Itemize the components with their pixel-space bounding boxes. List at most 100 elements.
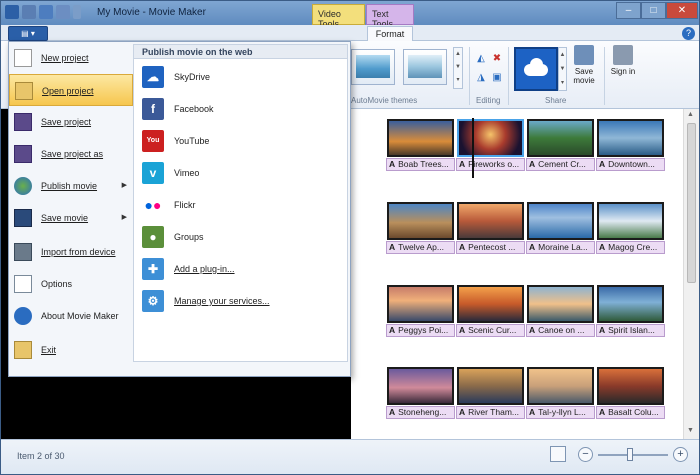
app-menu: New project Open project Save project Sa… — [8, 41, 351, 377]
storyboard-view-icon[interactable] — [550, 446, 566, 462]
app-menu-commands: New project Open project Save project Sa… — [9, 42, 133, 376]
storyboard-scrollbar[interactable]: ▲ ▼ — [683, 109, 699, 439]
group-separator — [469, 47, 470, 105]
group-separator — [508, 47, 509, 105]
minimize-button[interactable]: – — [616, 2, 641, 19]
rotate-icon[interactable]: ◭ — [475, 53, 487, 65]
timeline-clip[interactable]: A Downtown... — [596, 119, 665, 176]
theme-thumbnail[interactable] — [351, 49, 395, 85]
timeline-clip[interactable]: A Peggys Poi... — [386, 285, 455, 342]
select-all-icon[interactable]: ▣ — [491, 72, 503, 84]
sign-in-label: Sign in — [610, 67, 636, 76]
user-icon — [613, 45, 633, 65]
menu-item-open-project[interactable]: Open project — [9, 74, 133, 106]
share-gallery-scroll[interactable]: ▲ ▼ ▾ — [558, 47, 567, 91]
exit-icon — [14, 341, 32, 359]
sign-in-button[interactable]: Sign in — [610, 45, 636, 76]
timeline-clip[interactable]: A Twelve Ap... — [386, 202, 455, 259]
save-movie-button[interactable]: Save movie — [569, 45, 599, 85]
zoom-in-button[interactable]: + — [673, 447, 688, 462]
youtube-icon: You — [142, 130, 164, 152]
timeline-clip[interactable]: A Basalt Colu... — [596, 367, 665, 424]
group-label-themes: AutoMovie themes — [351, 96, 418, 105]
timeline-clip[interactable]: A Pentecost ... — [456, 202, 525, 259]
skydrive-share-button[interactable] — [514, 47, 558, 91]
timeline-clip[interactable]: A Stoneheng... — [386, 367, 455, 424]
publish-groups[interactable]: ● Groups — [134, 221, 347, 253]
menu-item-options[interactable]: Options — [9, 268, 133, 300]
menu-item-new-project[interactable]: New project — [9, 42, 133, 74]
new-project-icon — [14, 49, 32, 67]
save-icon[interactable] — [22, 5, 36, 19]
facebook-icon: f — [142, 98, 164, 120]
film-icon — [14, 209, 32, 227]
customize-qat-icon[interactable] — [73, 5, 81, 19]
zoom-out-button[interactable]: − — [578, 447, 593, 462]
timeline-clip[interactable]: A Tal-y-llyn L... — [526, 367, 595, 424]
timeline-clip[interactable]: A Magog Cre... — [596, 202, 665, 259]
publish-youtube[interactable]: You YouTube — [134, 125, 347, 157]
tab-text-tools[interactable]: Text Tools — [366, 4, 414, 29]
flickr-icon: ●● — [142, 194, 164, 216]
timeline-clip[interactable]: A Moraine La... — [526, 202, 595, 259]
themes-gallery-scroll[interactable]: ▲ ▼ ▾ — [453, 47, 463, 89]
manage-services[interactable]: ⚙ Manage your services... — [134, 285, 347, 317]
ribbon-tab-strip — [1, 25, 699, 41]
help-icon[interactable]: ? — [682, 27, 695, 40]
globe-icon — [14, 177, 32, 195]
groups-icon: ● — [142, 226, 164, 248]
cloud-icon — [524, 58, 548, 76]
tab-video-tools[interactable]: Video Tools — [312, 4, 365, 29]
maximize-button[interactable]: □ — [641, 2, 666, 19]
menu-item-save-project[interactable]: Save project — [9, 106, 133, 138]
menu-item-save-movie[interactable]: Save movie ▶ — [9, 202, 133, 234]
save-as-icon — [14, 145, 32, 163]
publish-facebook[interactable]: f Facebook — [134, 93, 347, 125]
save-movie-icon — [574, 45, 594, 65]
rotate-right-icon[interactable]: ◮ — [475, 72, 487, 84]
menu-item-publish-movie[interactable]: Publish movie ▶ — [9, 170, 133, 202]
publish-flickr[interactable]: ●● Flickr — [134, 189, 347, 221]
save-project-icon — [14, 113, 32, 131]
theme-thumbnail[interactable] — [403, 49, 447, 85]
zoom-slider-thumb[interactable] — [626, 448, 633, 461]
window-title: My Movie - Movie Maker — [97, 7, 206, 18]
timeline-clip[interactable]: A Scenic Cur... — [456, 285, 525, 342]
menu-item-save-project-as[interactable]: Save project as — [9, 138, 133, 170]
menu-item-about[interactable]: About Movie Maker — [9, 300, 133, 332]
status-bar — [1, 439, 699, 474]
camera-icon — [14, 243, 32, 261]
group-separator — [604, 47, 605, 105]
status-text: Item 2 of 30 — [17, 451, 65, 461]
close-button[interactable]: ✕ — [666, 2, 698, 19]
vimeo-icon: v — [142, 162, 164, 184]
options-icon — [14, 275, 32, 293]
playhead[interactable] — [472, 118, 474, 178]
app-menu-button[interactable]: ▤ ▾ — [8, 26, 48, 41]
timeline-clip[interactable]: A River Tham... — [456, 367, 525, 424]
publish-vimeo[interactable]: v Vimeo — [134, 157, 347, 189]
undo-icon[interactable] — [39, 5, 53, 19]
save-movie-label: Save movie — [573, 67, 595, 85]
timeline-clip[interactable]: A Cement Cr... — [526, 119, 595, 176]
info-icon — [14, 307, 32, 325]
tab-format[interactable]: Format — [367, 26, 413, 41]
remove-icon[interactable]: ✖ — [491, 53, 503, 65]
puzzle-icon: ✚ — [142, 258, 164, 280]
timeline-clip[interactable]: A Fireworks o... — [456, 119, 525, 176]
quick-access-toolbar — [5, 5, 81, 19]
menu-item-import-from-device[interactable]: Import from device — [9, 236, 133, 268]
movie-maker-window: My Movie - Movie Maker Video Tools Text … — [0, 0, 700, 475]
timeline-clip[interactable]: A Canoe on ... — [526, 285, 595, 342]
timeline-clip[interactable]: A Boab Trees... — [386, 119, 455, 176]
submenu-arrow-icon: ▶ — [121, 182, 127, 189]
publish-skydrive[interactable]: ☁ SkyDrive — [134, 61, 347, 93]
open-project-icon — [15, 82, 33, 100]
redo-icon[interactable] — [56, 5, 70, 19]
add-plugin[interactable]: ✚ Add a plug-in... — [134, 253, 347, 285]
menu-item-exit[interactable]: Exit — [9, 334, 133, 366]
timeline-clip[interactable]: A Spirit Islan... — [596, 285, 665, 342]
skydrive-icon: ☁ — [142, 66, 164, 88]
zoom-slider[interactable] — [598, 454, 668, 456]
app-icon — [5, 5, 19, 19]
